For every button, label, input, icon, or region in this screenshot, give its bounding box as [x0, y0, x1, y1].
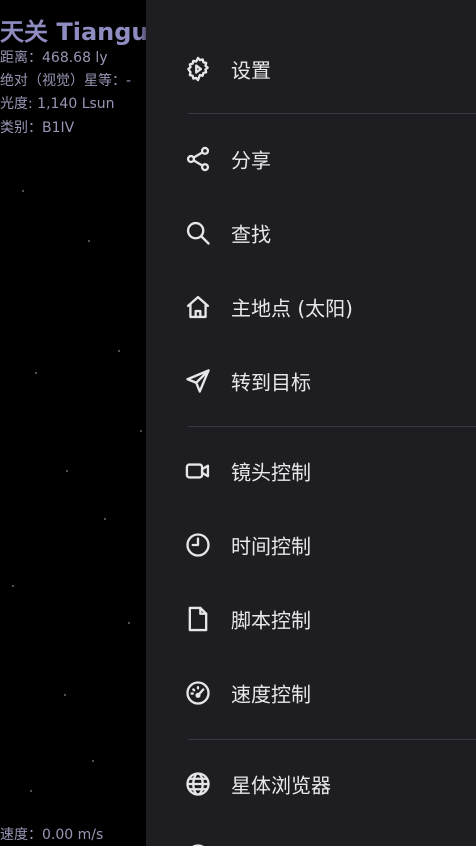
star: [12, 585, 14, 587]
star: [64, 694, 66, 696]
menu-item-speed-label: 速度控制: [231, 682, 311, 707]
menu-item-home[interactable]: 主地点 (太阳): [146, 277, 476, 337]
menu-item-partial[interactable]: [146, 826, 476, 846]
divider: [188, 739, 476, 740]
navigation-drawer: 设置 分享 查找 主地点 (太阳) 转到目标 镜头控制 时间控制 脚本控制 速度…: [146, 0, 476, 846]
menu-item-share-label: 分享: [231, 148, 271, 173]
speed-readout: 速度：0.00 m/s: [0, 827, 104, 843]
navigate-icon: [184, 367, 212, 395]
star: [88, 240, 90, 242]
star: [140, 430, 142, 432]
star: [30, 790, 32, 792]
settings-icon: [184, 55, 212, 83]
menu-item-camera-label: 镜头控制: [231, 460, 311, 485]
object-magnitude: 绝对（视觉）星等：-: [0, 73, 132, 89]
menu-item-browser-label: 星体浏览器: [231, 773, 331, 798]
menu-item-settings-label: 设置: [231, 58, 271, 83]
share-icon: [184, 145, 212, 173]
document-icon: [184, 605, 212, 633]
partial-icon: [184, 842, 212, 846]
object-luminosity: 光度: 1,140 Lsun: [0, 96, 115, 112]
menu-item-search-label: 查找: [231, 222, 271, 247]
menu-item-script[interactable]: 脚本控制: [146, 589, 476, 649]
menu-item-goto[interactable]: 转到目标: [146, 351, 476, 411]
menu-item-settings[interactable]: 设置: [146, 39, 476, 99]
menu-item-search[interactable]: 查找: [146, 203, 476, 263]
object-distance: 距离：468.68 ly: [0, 50, 108, 66]
object-type: 类别：B1IV: [0, 120, 75, 136]
divider: [188, 426, 476, 427]
menu-item-home-label: 主地点 (太阳): [231, 296, 353, 321]
menu-item-script-label: 脚本控制: [231, 608, 311, 633]
speedometer-icon: [184, 679, 212, 707]
menu-item-time[interactable]: 时间控制: [146, 515, 476, 575]
search-icon: [184, 219, 212, 247]
video-camera-icon: [184, 457, 212, 485]
star: [118, 350, 120, 352]
menu-item-time-label: 时间控制: [231, 534, 311, 559]
star: [66, 470, 68, 472]
sky-view[interactable]: 天关 Tiangu 距离：468.68 ly 绝对（视觉）星等：- 光度: 1,…: [0, 0, 146, 846]
menu-item-camera[interactable]: 镜头控制: [146, 441, 476, 501]
star: [92, 760, 94, 762]
home-icon: [184, 293, 212, 321]
object-name: 天关 Tiangu: [0, 18, 146, 46]
star: [35, 372, 37, 374]
star: [104, 518, 106, 520]
star: [22, 190, 24, 192]
menu-item-browser[interactable]: 星体浏览器: [146, 754, 476, 814]
menu-item-speed[interactable]: 速度控制: [146, 663, 476, 723]
globe-icon: [184, 770, 212, 798]
menu-item-share[interactable]: 分享: [146, 129, 476, 189]
menu-item-goto-label: 转到目标: [231, 370, 311, 395]
divider: [188, 113, 476, 114]
clock-icon: [184, 531, 212, 559]
star: [128, 622, 130, 624]
